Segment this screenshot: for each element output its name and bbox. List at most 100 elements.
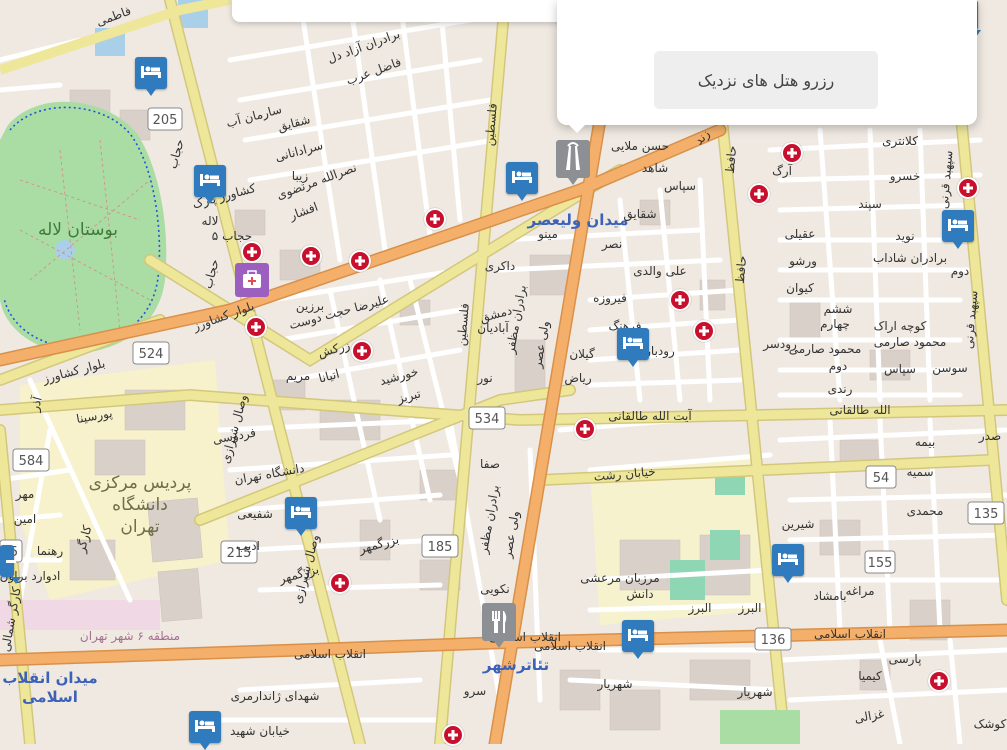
street-label: ورشو	[788, 254, 817, 269]
park-label: بوستان لاله	[38, 220, 118, 240]
first-aid-marker[interactable]	[235, 263, 269, 297]
street-label: گیلان	[569, 347, 595, 361]
street-label: لاله	[202, 214, 219, 228]
street-label: حسن ملایی	[611, 139, 669, 154]
street-label: صدر	[978, 429, 1001, 444]
street-label: آیت الله طالقانی	[608, 408, 692, 423]
street-label: مرزبان مرعشی	[580, 571, 659, 586]
book-nearby-hotels-button[interactable]: رزرو هتل های نزدیک	[654, 51, 878, 109]
street-label: مینو	[537, 227, 558, 242]
street-label: چهارم	[820, 317, 850, 332]
medical-cross-icon	[430, 214, 440, 224]
hotel-marker[interactable]	[942, 210, 974, 249]
street-label: آرگ	[772, 163, 793, 179]
street-label: آبادیان	[477, 320, 509, 335]
medical-marker[interactable]	[574, 418, 596, 440]
street-label: مریم	[286, 369, 310, 384]
street-label: ششم	[824, 302, 853, 316]
street-label: خیابان شهید	[230, 724, 290, 738]
street-label: پارسی	[889, 652, 922, 667]
street-label: سپاس	[884, 362, 916, 377]
street-label: کوشک	[974, 717, 1007, 732]
street-label: برزین	[296, 299, 324, 314]
hotel-marker[interactable]	[772, 544, 804, 583]
street-label: نکویی	[480, 582, 510, 597]
fork-knife-icon	[492, 611, 507, 633]
road-shield-135: 135	[974, 507, 999, 522]
restaurant-marker[interactable]	[482, 603, 516, 648]
medical-cross-icon	[934, 676, 944, 686]
medical-marker[interactable]	[300, 245, 322, 267]
road-shield-524: 524	[139, 347, 164, 362]
medical-marker[interactable]	[241, 241, 263, 263]
bed-icon	[623, 337, 643, 349]
street-label: بامشاد	[813, 589, 846, 603]
medical-cross-icon	[675, 295, 685, 305]
medical-marker[interactable]	[928, 670, 950, 692]
street-label: سرو	[463, 684, 486, 699]
medical-marker[interactable]	[349, 250, 371, 272]
hotel-marker[interactable]	[285, 497, 317, 536]
medical-cross-icon	[963, 183, 973, 193]
medical-marker[interactable]	[245, 316, 267, 338]
street-label: دانش	[626, 587, 653, 602]
medical-cross-icon	[247, 247, 257, 257]
hotel-marker[interactable]	[189, 711, 221, 750]
street-label: صفا	[480, 457, 500, 471]
medical-marker[interactable]	[442, 724, 464, 746]
medical-marker[interactable]	[748, 183, 770, 205]
hotel-marker[interactable]	[506, 162, 538, 201]
hotel-popup: رزرو هتل های نزدیک	[557, 0, 977, 133]
medical-marker[interactable]	[781, 142, 803, 164]
street-label: شهریار	[597, 677, 633, 692]
street-label: شهریار	[737, 685, 773, 700]
enghelab-square-label-1: میدان انقلاب	[2, 669, 97, 687]
street-label: فیروزه	[593, 291, 627, 306]
street-label: دوم	[951, 264, 970, 279]
street-label: البرز	[687, 601, 711, 616]
street-label: کیمیا	[858, 669, 882, 683]
hotel-marker[interactable]	[135, 57, 167, 96]
street-label: برادران شاداب	[873, 251, 947, 266]
street-label: شقایق	[623, 207, 656, 222]
medical-marker[interactable]	[351, 340, 373, 362]
street-label: مهر	[15, 487, 35, 502]
medical-marker[interactable]	[957, 177, 979, 199]
medical-cross-icon	[306, 251, 316, 261]
road-shield-54: 54	[873, 471, 890, 486]
bed-icon	[195, 720, 215, 732]
hotel-marker[interactable]	[622, 620, 654, 659]
street-label: دوم	[829, 359, 848, 374]
bed-icon	[6, 560, 16, 563]
street-label: الله طالقانی	[829, 403, 890, 417]
street-label: محمود صارمی	[874, 335, 947, 350]
campus-label-2: دانشگاه	[112, 494, 168, 515]
tunnel-icon	[566, 142, 580, 170]
medical-marker[interactable]	[669, 289, 691, 311]
street-label: حافظ	[733, 255, 749, 284]
street-label: عقیلی	[785, 227, 816, 241]
medical-marker[interactable]	[329, 572, 351, 594]
road-shield-155: 155	[868, 556, 893, 571]
bed-icon	[141, 66, 161, 78]
street-label: شاهد	[642, 161, 668, 175]
street-label: شیرین	[782, 517, 815, 532]
street-label: محمدی	[907, 504, 944, 518]
street-label: ریاض	[564, 371, 592, 386]
medical-cross-icon	[580, 424, 590, 434]
bed-icon	[291, 506, 311, 518]
medical-marker[interactable]	[693, 320, 715, 342]
medical-cross-icon	[448, 730, 458, 740]
street-label: سپند	[858, 197, 882, 211]
road-shield-185: 185	[428, 540, 453, 555]
campus-label-1: پردیس مرکزی	[89, 473, 192, 493]
hotel-marker[interactable]	[617, 328, 649, 367]
transit-marker[interactable]	[556, 140, 590, 185]
street-label: محمود صارمی	[789, 342, 862, 357]
street-label: نصر	[601, 237, 622, 252]
medical-marker[interactable]	[424, 208, 446, 230]
street-label: علی والدی	[633, 264, 686, 279]
hotel-marker[interactable]	[0, 545, 21, 584]
hotel-marker[interactable]	[194, 165, 226, 204]
street-label: انقلاب اسلامی	[294, 647, 366, 661]
